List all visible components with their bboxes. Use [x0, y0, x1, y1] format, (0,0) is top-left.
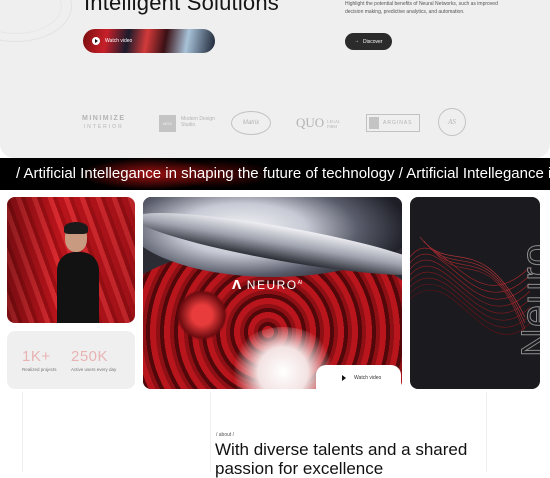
stats-card: 1K+ Realized projects 250K Active users …	[7, 331, 135, 389]
neuro-side-card: Neuro	[410, 197, 540, 389]
hero-description: Highlight the potential benefits of Neur…	[345, 1, 498, 15]
logo-monogram: AS	[438, 108, 466, 136]
person-hair	[64, 222, 88, 234]
stat-label: Active users every day	[71, 367, 117, 372]
logo-minimize-line2: INTERIOR	[83, 124, 124, 130]
neuro-logo-sup: AI	[297, 280, 303, 286]
logo-arginas-text: ARGINAS	[383, 120, 413, 126]
watch-video-button[interactable]: Watch video	[83, 29, 215, 53]
neuro-logo-text: NEURO	[246, 278, 298, 292]
discover-label: Discover	[363, 39, 383, 45]
logo-quo: QUO LEGAL FIRM	[296, 115, 340, 131]
arrow-right-icon: →	[354, 38, 359, 44]
marquee-banner: / Artificial Intellegance in shaping the…	[0, 158, 550, 190]
watch-video-label: Watch video	[105, 38, 133, 44]
play-icon	[92, 37, 100, 45]
grid-line	[210, 392, 211, 472]
neuro-vertical-word: Neuro	[514, 243, 541, 358]
about-tag: / about /	[216, 432, 235, 438]
logo-matrix: Matrix	[231, 111, 271, 135]
neuro-logo: ᐱ NEUROAI	[232, 278, 302, 292]
marquee-text: / Artificial Intellegance in shaping the…	[16, 165, 550, 182]
logo-minimize-line1: MINIMIZE	[82, 115, 126, 122]
play-icon	[342, 375, 346, 381]
stat-users: 250K Active users every day	[71, 348, 116, 372]
stat-value: 1K+	[22, 348, 51, 365]
watch-video-tab[interactable]: Watch video	[316, 365, 401, 391]
neuro-logo-icon: ᐱ	[232, 278, 243, 292]
hero-title: Intelligent Solutions	[84, 0, 279, 15]
stat-label: Realized projects	[22, 367, 57, 372]
discover-button[interactable]: → Discover	[345, 33, 392, 50]
watch-video-tab-label: Watch video	[354, 375, 382, 381]
partner-logos: MINIMIZE INTERIOR MDS Modern Design Stud…	[82, 106, 482, 142]
hero-image-card: ᐱ NEUROAI	[143, 197, 402, 389]
logo-modern-badge: MDS	[159, 115, 176, 132]
person-body	[57, 252, 99, 323]
logo-minimize: MINIMIZE INTERIOR	[82, 115, 126, 131]
stat-projects: 1K+ Realized projects	[22, 348, 57, 372]
about-heading: With diverse talents and a shared passio…	[215, 440, 468, 478]
logo-arginas-mark	[369, 117, 379, 129]
hero-section: Intelligent Solutions Highlight the pote…	[0, 0, 550, 158]
grid-line	[22, 392, 23, 472]
logo-modern-text: Modern Design Studio	[181, 116, 215, 128]
logo-arginas: ARGINAS	[366, 114, 420, 132]
stat-value: 250K	[71, 348, 109, 365]
logo-quo-sub2: FIRM	[327, 124, 337, 130]
portrait-card	[7, 197, 135, 323]
logo-quo-main: QUO	[296, 115, 325, 130]
